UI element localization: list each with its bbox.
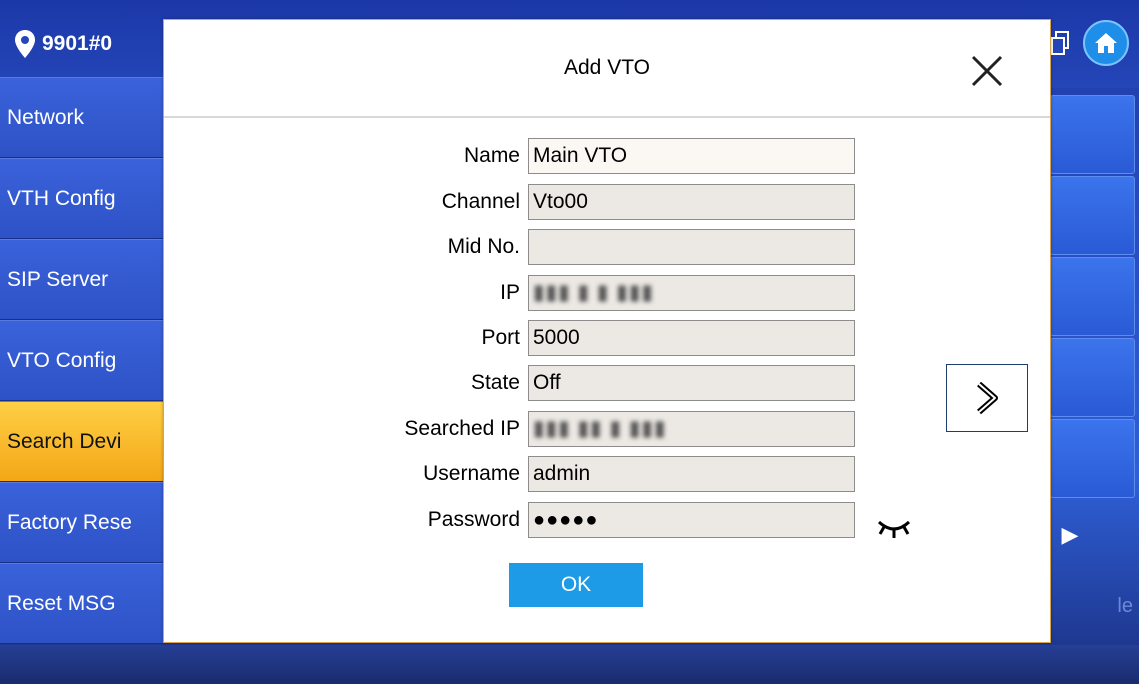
name-label: Name: [463, 144, 520, 167]
background-tile: [1050, 95, 1135, 174]
chevron-right-icon: [977, 381, 998, 415]
sidebar: Network VTH Config SIP Server VTO Config…: [0, 77, 165, 645]
username-field[interactable]: admin: [528, 456, 855, 492]
ip-label: IP: [500, 281, 520, 304]
eye-closed-icon[interactable]: [876, 516, 912, 540]
room-number: 9901#0: [42, 32, 113, 55]
sidebar-item-label: VTO Config: [7, 348, 117, 372]
background-tiles: [1050, 95, 1135, 500]
sidebar-item-vth-config[interactable]: VTH Config: [0, 158, 165, 239]
room-indicator: 9901#0: [14, 24, 112, 64]
sidebar-item-label: VTH Config: [7, 186, 116, 210]
password-label: Password: [427, 508, 520, 531]
ip-field[interactable]: ▮▮▮ ▮ ▮ ▮▮▮: [528, 275, 855, 311]
background-tile: [1050, 176, 1135, 255]
state-field[interactable]: Off: [528, 365, 855, 401]
mid-no-label: Mid No.: [447, 235, 520, 258]
sidebar-item-label: Network: [7, 105, 85, 129]
sidebar-item-reset-msg[interactable]: Reset MSG: [0, 563, 165, 644]
sidebar-item-factory-reset[interactable]: Factory Rese: [0, 482, 165, 563]
background-arrow-icon: ▶: [1061, 522, 1079, 547]
dialog-title: Add VTO: [564, 56, 650, 79]
sidebar-item-sip-server[interactable]: SIP Server: [0, 239, 165, 320]
port-label: Port: [481, 326, 520, 349]
port-field[interactable]: 5000: [528, 320, 855, 356]
password-value: ●●●●●: [533, 509, 599, 531]
password-field[interactable]: ●●●●●: [528, 502, 855, 538]
sidebar-item-label: Reset MSG: [7, 591, 116, 615]
dialog-header: Add VTO: [164, 20, 1050, 116]
searched-ip-value: ▮▮▮ ▮▮ ▮ ▮▮▮: [533, 417, 667, 440]
sidebar-item-label: Search Devi: [7, 429, 122, 453]
sidebar-item-label: Factory Rese: [7, 510, 132, 534]
form-row-password: Password ●●●●●: [164, 502, 1050, 538]
form-row-state: State Off: [164, 365, 1050, 401]
username-label: Username: [423, 462, 520, 485]
ok-button[interactable]: OK: [509, 563, 643, 607]
background-partial-label: le: [1117, 594, 1133, 617]
background-tile: [1050, 419, 1135, 498]
ip-value: ▮▮▮ ▮ ▮ ▮▮▮: [533, 281, 654, 304]
form-row-username: Username admin: [164, 456, 1050, 492]
name-field[interactable]: Main VTO: [528, 138, 855, 174]
searched-ip-label: Searched IP: [404, 417, 520, 440]
form-row-channel: Channel Vto00: [164, 184, 1050, 220]
background-tile: [1050, 257, 1135, 336]
location-pin-icon: [15, 30, 35, 58]
bottom-strip: [0, 645, 1139, 684]
form-row-mid-no: Mid No.: [164, 229, 1050, 265]
form-row-ip: IP ▮▮▮ ▮ ▮ ▮▮▮: [164, 275, 1050, 311]
mid-no-field[interactable]: [528, 229, 855, 265]
form-row-name: Name Main VTO: [164, 138, 1050, 174]
sidebar-item-search-device[interactable]: Search Devi: [0, 401, 165, 482]
dialog-divider: [164, 116, 1050, 118]
form-row-port: Port 5000: [164, 320, 1050, 356]
home-button[interactable]: [1083, 20, 1129, 66]
sidebar-item-label: SIP Server: [7, 267, 109, 291]
next-button[interactable]: [946, 364, 1028, 432]
home-icon: [1095, 33, 1117, 53]
searched-ip-field[interactable]: ▮▮▮ ▮▮ ▮ ▮▮▮: [528, 411, 855, 447]
add-vto-dialog: Add VTO Name Main VTO Channel Vto00 Mid …: [163, 19, 1051, 643]
close-icon[interactable]: [970, 54, 1004, 88]
state-label: State: [470, 371, 520, 394]
form-row-searched-ip: Searched IP ▮▮▮ ▮▮ ▮ ▮▮▮: [164, 411, 1050, 447]
sidebar-item-vto-config[interactable]: VTO Config: [0, 320, 165, 401]
background-tile: [1050, 338, 1135, 417]
channel-label: Channel: [441, 190, 520, 213]
channel-field[interactable]: Vto00: [528, 184, 855, 220]
copy-icon[interactable]: [1050, 30, 1070, 56]
sidebar-item-network[interactable]: Network: [0, 77, 165, 158]
